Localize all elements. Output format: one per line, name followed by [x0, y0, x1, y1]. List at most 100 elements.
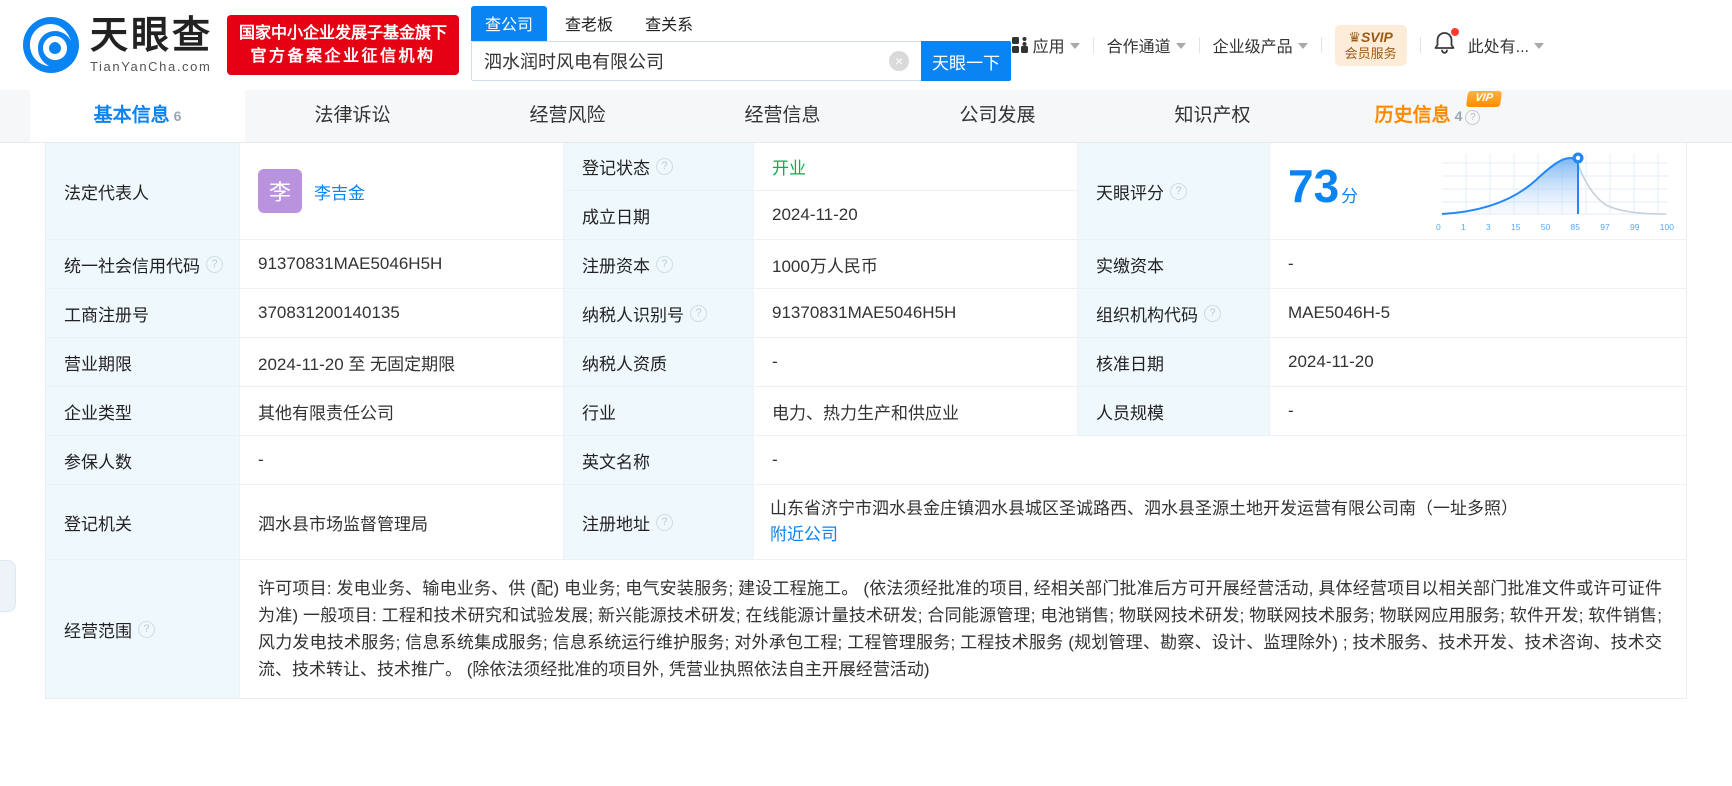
help-icon[interactable]: [656, 255, 673, 273]
notification-dot: [1450, 28, 1459, 36]
search-button[interactable]: 天眼一下: [921, 41, 1012, 81]
tab-company-development[interactable]: 公司发展: [890, 90, 1105, 142]
nav-enterprise-label: 企业级产品: [1212, 39, 1293, 56]
tab-legal[interactable]: 法律诉讼: [245, 90, 460, 142]
value-text: -: [258, 450, 264, 469]
search-tab-relation[interactable]: 查关系: [631, 6, 707, 41]
reg-address-label: 注册地址: [564, 485, 754, 559]
basic-info-table: 法定代表人 李 李吉金 登记状态 开业 成立日期 2024-11-20 天眼评分…: [45, 143, 1687, 699]
tab-intellectual-property-label: 知识产权: [1174, 105, 1251, 126]
label-text: 法定代表人: [64, 183, 149, 203]
header: 天眼查 TianYanCha.com 国家中小企业发展子基金旗下 官方备案企业征…: [0, 0, 1732, 90]
value-text: 1000万人民币: [772, 256, 878, 276]
table-row: 营业期限 2024-11-20 至 无固定期限 纳税人资质 - 核准日期 202…: [46, 338, 1686, 387]
business-scope-value: 许可项目: 发电业务、输电业务、供 (配) 电业务; 电气安装服务; 建设工程施…: [258, 579, 1662, 679]
search-tab-company[interactable]: 查公司: [471, 6, 548, 41]
nav-enterprise[interactable]: 企业级产品: [1213, 33, 1308, 57]
brand-name: 天眼查: [90, 14, 214, 57]
reg-number-label: 工商注册号: [46, 289, 240, 337]
nav-more[interactable]: 此处有...: [1468, 33, 1544, 57]
legal-rep-link[interactable]: 李吉金: [314, 179, 365, 204]
table-row: 企业类型 其他有限责任公司 行业 电力、热力生产和供应业 人员规模 -: [46, 387, 1686, 436]
crown-icon: ♛: [1348, 28, 1361, 45]
apps-grid-icon: [1011, 37, 1028, 53]
staff-size-label: 人员规模: [1078, 387, 1270, 435]
search-area: 查公司 查老板 查关系 天眼一下: [471, 6, 1012, 81]
nav-apps[interactable]: 应用: [1011, 33, 1080, 57]
value-text: 91370831MAE5046H5H: [772, 303, 957, 322]
label-text: 统一社会信用代码: [64, 256, 200, 276]
tab-operating-risk[interactable]: 经营风险: [460, 90, 675, 142]
value-text: 2024-11-20: [1288, 352, 1374, 371]
label-text: 英文名称: [582, 452, 650, 472]
approval-date-value: 2024-11-20: [1270, 338, 1686, 386]
tab-business-info[interactable]: 经营信息: [675, 90, 890, 142]
legal-rep-label: 法定代表人: [46, 143, 240, 239]
help-icon[interactable]: [656, 513, 673, 531]
score-digits: 73: [1288, 159, 1340, 212]
insured-count-label: 参保人数: [46, 436, 240, 484]
score-axis-tick: 0: [1436, 222, 1441, 232]
tab-basic-info-label: 基本信息: [93, 105, 170, 126]
help-icon[interactable]: [1465, 110, 1481, 125]
tab-business-info-label: 经营信息: [744, 105, 821, 126]
tianyancha-logo[interactable]: 天眼查 TianYanCha.com: [22, 16, 213, 74]
label-text: 实缴资本: [1096, 256, 1164, 276]
nav-channel[interactable]: 合作通道: [1107, 33, 1186, 57]
help-icon[interactable]: [206, 255, 223, 273]
reg-status-label: 登记状态: [564, 143, 754, 191]
value-text: 370831200140135: [258, 303, 400, 322]
score-axis-tick: 85: [1570, 222, 1581, 232]
tab-intellectual-property[interactable]: 知识产权: [1105, 90, 1320, 142]
svip-sublabel: 会员服务: [1344, 45, 1397, 61]
tab-history-info[interactable]: VIP 历史信息 4: [1320, 90, 1535, 142]
nearby-companies-link[interactable]: 附近公司: [770, 522, 838, 548]
help-icon[interactable]: [690, 304, 707, 322]
industry-value: 电力、热力生产和供应业: [754, 387, 1078, 435]
side-float-widget[interactable]: [0, 560, 16, 612]
address-text: 山东省济宁市泗水县金庄镇泗水县城区圣诚路西、泗水县圣源土地开发运营有限公司南（一…: [770, 499, 1518, 518]
table-row: 参保人数 - 英文名称 -: [46, 436, 1686, 485]
label-text: 注册地址: [582, 514, 650, 534]
value-text: MAE5046H-5: [1288, 303, 1391, 322]
help-icon[interactable]: [1170, 182, 1187, 200]
gov-certification-badge: 国家中小企业发展子基金旗下 官方备案企业征信机构: [227, 15, 460, 75]
tab-history-info-count: 4: [1454, 108, 1463, 124]
score-axis-tick: 15: [1511, 222, 1521, 232]
help-icon[interactable]: [1204, 304, 1221, 322]
tab-basic-info[interactable]: 基本信息 6: [30, 90, 245, 142]
nav-more-label: 此处有...: [1467, 39, 1529, 56]
tab-legal-label: 法律诉讼: [314, 105, 391, 126]
value-text: 其他有限责任公司: [258, 403, 394, 423]
svip-member-button[interactable]: ♛SVIP 会员服务: [1334, 24, 1407, 66]
taxpayer-id-value: 91370831MAE5046H5H: [754, 289, 1078, 337]
clear-icon[interactable]: [889, 51, 910, 71]
help-icon[interactable]: [138, 620, 155, 638]
table-row: 登记机关 泗水县市场监督管理局 注册地址 山东省济宁市泗水县金庄镇泗水县城区圣诚…: [46, 485, 1686, 560]
value-text: 2024-11-20 至 无固定期限: [258, 354, 456, 374]
svip-label: SVIP: [1360, 28, 1393, 45]
label-text: 纳税人识别号: [582, 305, 684, 325]
label-text: 天眼评分: [1096, 183, 1164, 203]
search-tab-boss[interactable]: 查老板: [551, 6, 627, 41]
score-axis-tick: 3: [1486, 222, 1491, 232]
score-axis-tick: 97: [1600, 222, 1610, 232]
label-text: 人员规模: [1096, 403, 1164, 423]
staff-size-value: -: [1270, 387, 1686, 435]
legal-rep-value: 李 李吉金: [240, 143, 564, 239]
search-type-tabs: 查公司 查老板 查关系: [471, 6, 1011, 41]
table-row: 统一社会信用代码 91370831MAE5046H5H 注册资本 1000万人民…: [46, 240, 1686, 289]
company-type-label: 企业类型: [46, 387, 240, 435]
score-axis-tick: 50: [1540, 222, 1551, 232]
notification-bell-icon[interactable]: [1434, 28, 1459, 59]
search-input[interactable]: [471, 41, 922, 81]
value-text: -: [772, 450, 778, 469]
english-name-label: 英文名称: [564, 436, 754, 484]
top-nav: 应用 合作通道 企业级产品 ♛SVIP 会员服务 此处有...: [1011, 24, 1544, 66]
paid-capital-value: -: [1270, 240, 1686, 288]
taxpayer-quality-value: -: [754, 338, 1078, 386]
badge-line2: 官方备案企业征信机构: [250, 48, 436, 65]
help-icon[interactable]: [656, 158, 673, 175]
brand-domain: TianYanCha.com: [90, 58, 212, 74]
taxpayer-id-label: 纳税人识别号: [564, 289, 754, 337]
